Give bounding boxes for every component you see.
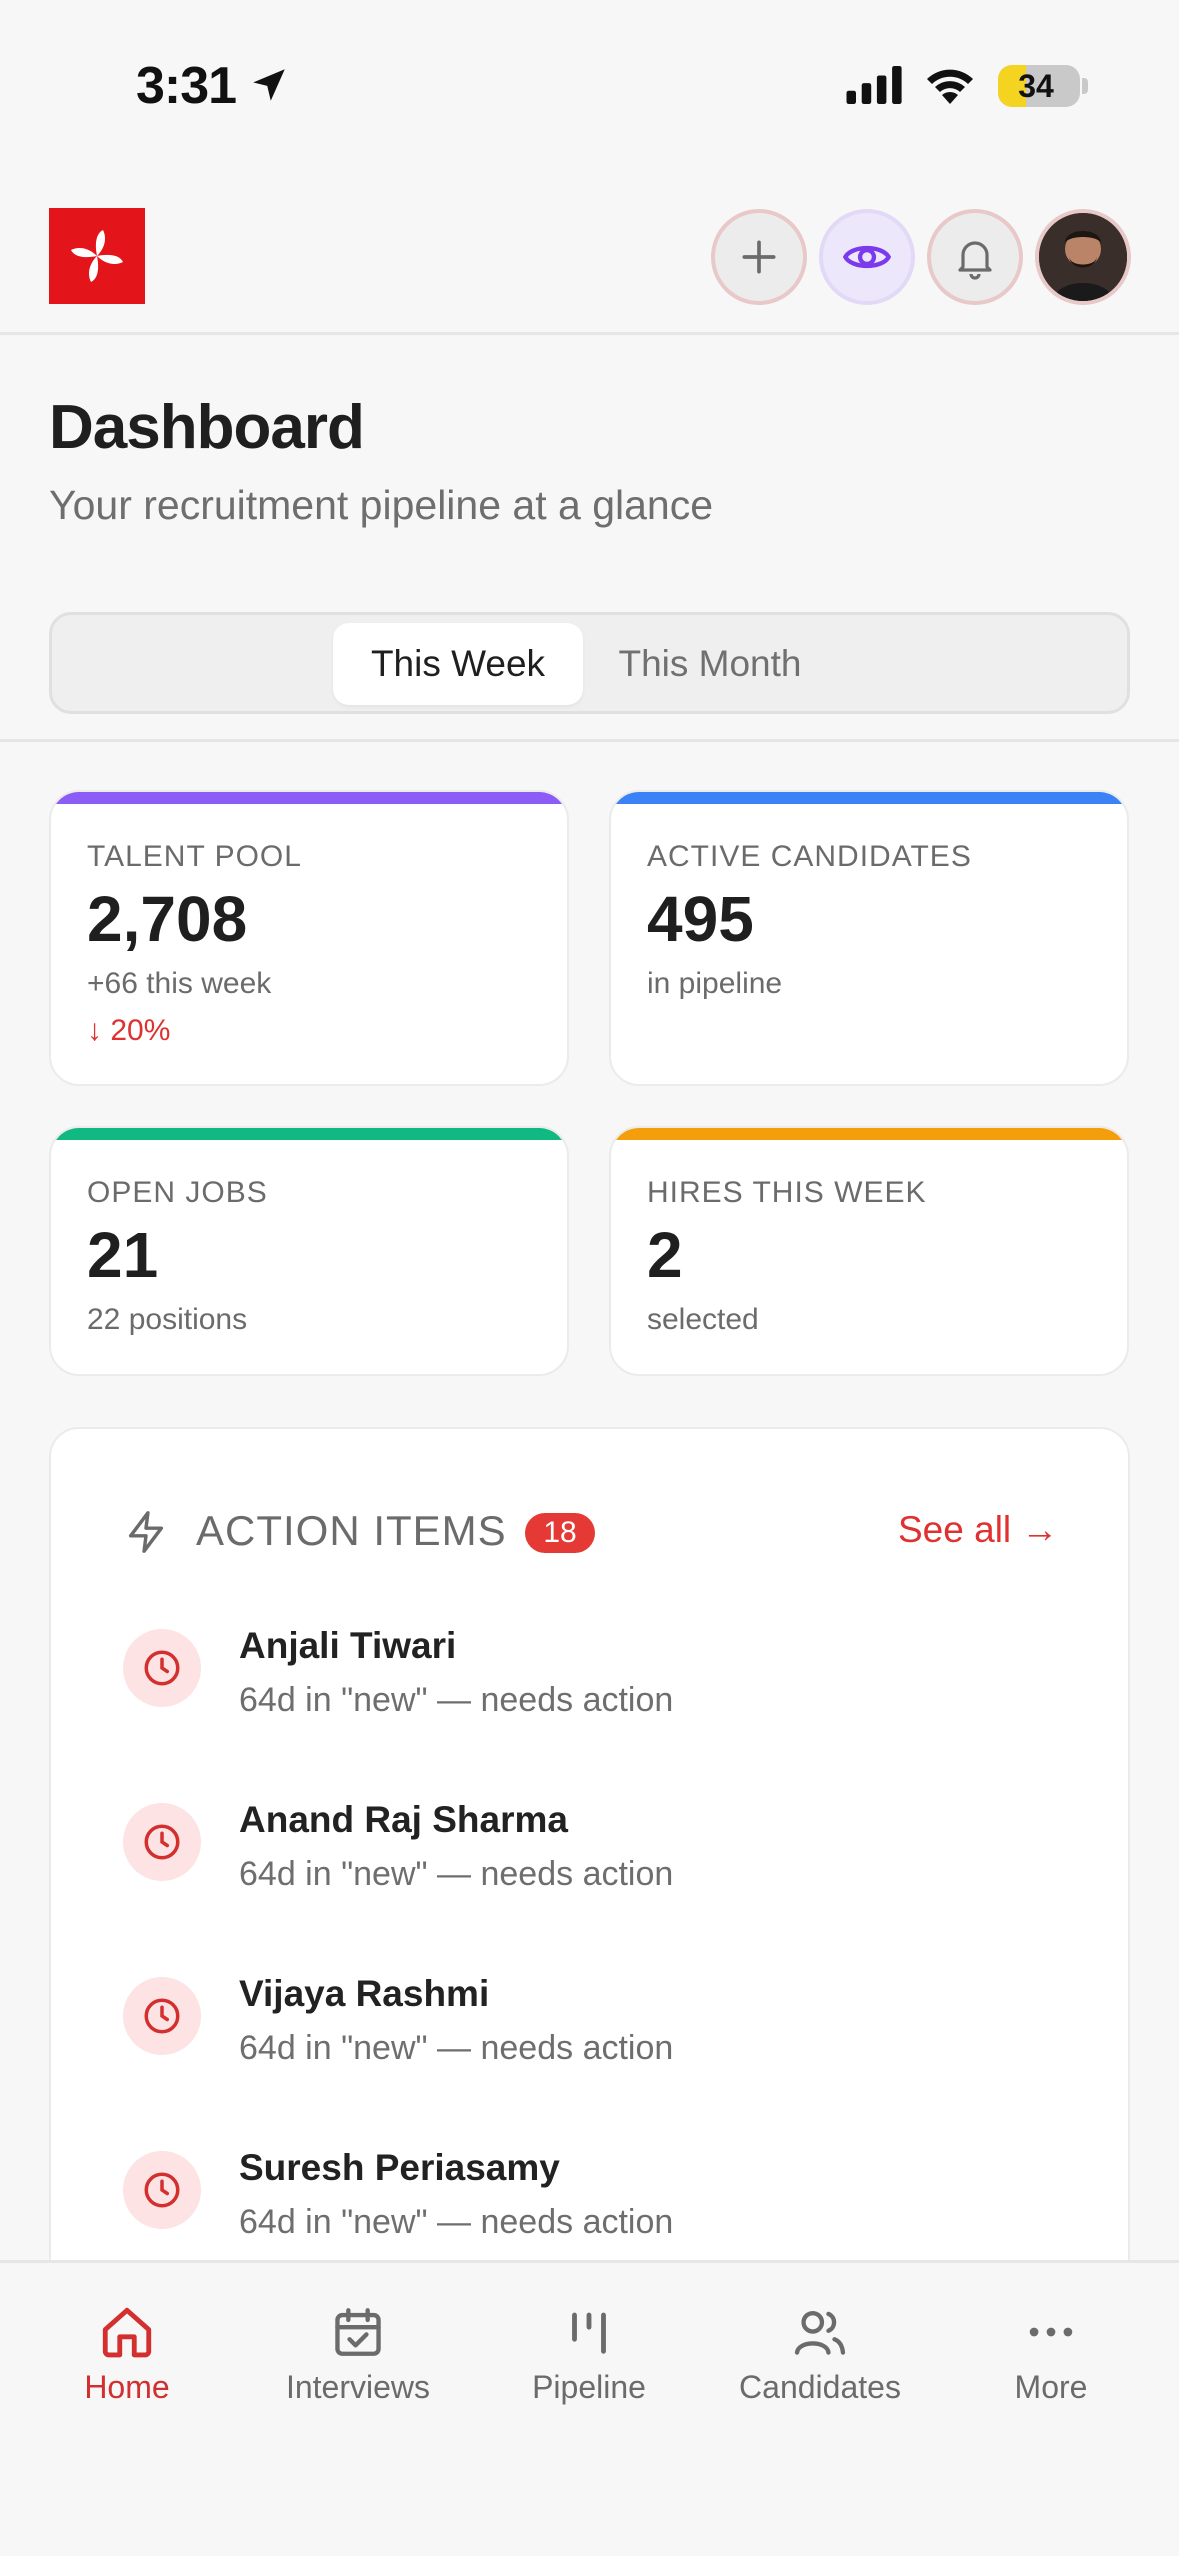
period-toggle: This Week This Month xyxy=(49,612,1130,714)
cellular-signal-icon xyxy=(846,66,902,104)
bell-icon xyxy=(958,241,992,280)
stat-accent-bar xyxy=(51,792,567,804)
candidate-detail: 64d in "new" — needs action xyxy=(239,2203,674,2241)
users-icon xyxy=(794,2310,846,2355)
pipeline-icon xyxy=(572,2312,606,2354)
see-all-link[interactable]: See all → xyxy=(898,1509,1058,1551)
clock-icon xyxy=(123,1977,201,2055)
tab-label: Home xyxy=(84,2369,170,2405)
stat-sub: +66 this week xyxy=(87,967,272,1000)
battery-level: 34 xyxy=(1018,68,1054,104)
stat-label: ACTIVE CANDIDATES xyxy=(647,840,972,873)
action-item-row[interactable]: Anand Raj Sharma 64d in "new" — needs ac… xyxy=(51,1799,1128,1943)
wifi-icon xyxy=(927,69,973,104)
calendar-icon xyxy=(335,2308,381,2356)
page-title: Dashboard xyxy=(49,393,365,462)
page-subtitle: Your recruitment pipeline at a glance xyxy=(49,482,714,528)
divider xyxy=(0,739,1179,742)
stat-trend: ↓ 20% xyxy=(87,1014,171,1047)
preview-button[interactable] xyxy=(819,209,915,305)
battery-icon: 34 xyxy=(998,65,1080,107)
stat-value: 2 xyxy=(647,1219,683,1291)
stat-label: HIRES THIS WEEK xyxy=(647,1176,927,1209)
app-header xyxy=(0,175,1179,335)
stat-value: 495 xyxy=(647,883,754,955)
stat-value: 21 xyxy=(87,1219,159,1291)
stat-sub: in pipeline xyxy=(647,967,783,1000)
candidate-name: Suresh Periasamy xyxy=(239,2147,560,2188)
action-item-row[interactable]: Vijaya Rashmi 64d in "new" — needs actio… xyxy=(51,1973,1128,2117)
tab-this-month[interactable]: This Month xyxy=(595,623,825,705)
candidate-detail: 64d in "new" — needs action xyxy=(239,1855,674,1893)
plus-icon xyxy=(742,240,776,274)
stat-card-active-candidates[interactable]: ACTIVE CANDIDATES 495 in pipeline xyxy=(609,790,1129,1086)
more-icon xyxy=(1029,2327,1073,2337)
stat-accent-bar xyxy=(611,1128,1127,1140)
location-arrow-icon xyxy=(253,69,285,101)
status-bar: 3:31 34 xyxy=(0,0,1179,175)
stat-card-open-jobs[interactable]: OPEN JOBS 21 22 positions xyxy=(49,1126,569,1376)
stat-label: TALENT POOL xyxy=(87,840,302,873)
candidate-detail: 64d in "new" — needs action xyxy=(239,1681,674,1719)
tab-more[interactable]: More xyxy=(936,2303,1166,2423)
pinwheel-logo-icon[interactable] xyxy=(49,208,145,304)
candidate-detail: 64d in "new" — needs action xyxy=(239,2029,674,2067)
tab-this-week[interactable]: This Week xyxy=(333,623,583,705)
stat-label: OPEN JOBS xyxy=(87,1176,268,1209)
tab-label: Interviews xyxy=(285,2369,431,2405)
tab-interviews[interactable]: Interviews xyxy=(243,2303,473,2423)
notifications-button[interactable] xyxy=(927,209,1023,305)
candidate-name: Anjali Tiwari xyxy=(239,1625,457,1666)
status-time: 3:31 xyxy=(136,57,237,115)
candidate-name: Anand Raj Sharma xyxy=(239,1799,568,1840)
battery-cap xyxy=(1082,78,1088,94)
user-avatar[interactable] xyxy=(1035,209,1131,305)
avatar-image xyxy=(1039,213,1127,301)
tab-candidates[interactable]: Candidates xyxy=(705,2303,935,2423)
stat-value: 2,708 xyxy=(87,883,248,955)
home-icon xyxy=(102,2307,152,2358)
action-items-title: ACTION ITEMS xyxy=(196,1507,507,1554)
tab-label: Candidates xyxy=(739,2369,901,2405)
clock-icon xyxy=(123,2151,201,2229)
stat-accent-bar xyxy=(611,792,1127,804)
candidate-name: Vijaya Rashmi xyxy=(239,1973,490,2014)
bolt-icon xyxy=(128,1511,164,1553)
eye-icon xyxy=(842,245,892,269)
action-item-row[interactable]: Anjali Tiwari 64d in "new" — needs actio… xyxy=(51,1625,1128,1769)
clock-icon xyxy=(123,1629,201,1707)
tab-home[interactable]: Home xyxy=(12,2303,242,2423)
action-count-badge: 18 xyxy=(525,1513,595,1553)
tab-label: Pipeline xyxy=(532,2369,646,2405)
stat-sub: 22 positions xyxy=(87,1303,248,1336)
tab-label: More xyxy=(1014,2369,1088,2405)
bottom-tab-bar: Home Interviews Pipeline Candidates More xyxy=(0,2260,1179,2556)
stat-sub: selected xyxy=(647,1303,759,1336)
clock-icon xyxy=(123,1803,201,1881)
stat-card-talent-pool[interactable]: TALENT POOL 2,708 +66 this week ↓ 20% xyxy=(49,790,569,1086)
tab-pipeline[interactable]: Pipeline xyxy=(474,2303,704,2423)
stat-card-hires-this-week[interactable]: HIRES THIS WEEK 2 selected xyxy=(609,1126,1129,1376)
stat-accent-bar xyxy=(51,1128,567,1140)
add-button[interactable] xyxy=(711,209,807,305)
